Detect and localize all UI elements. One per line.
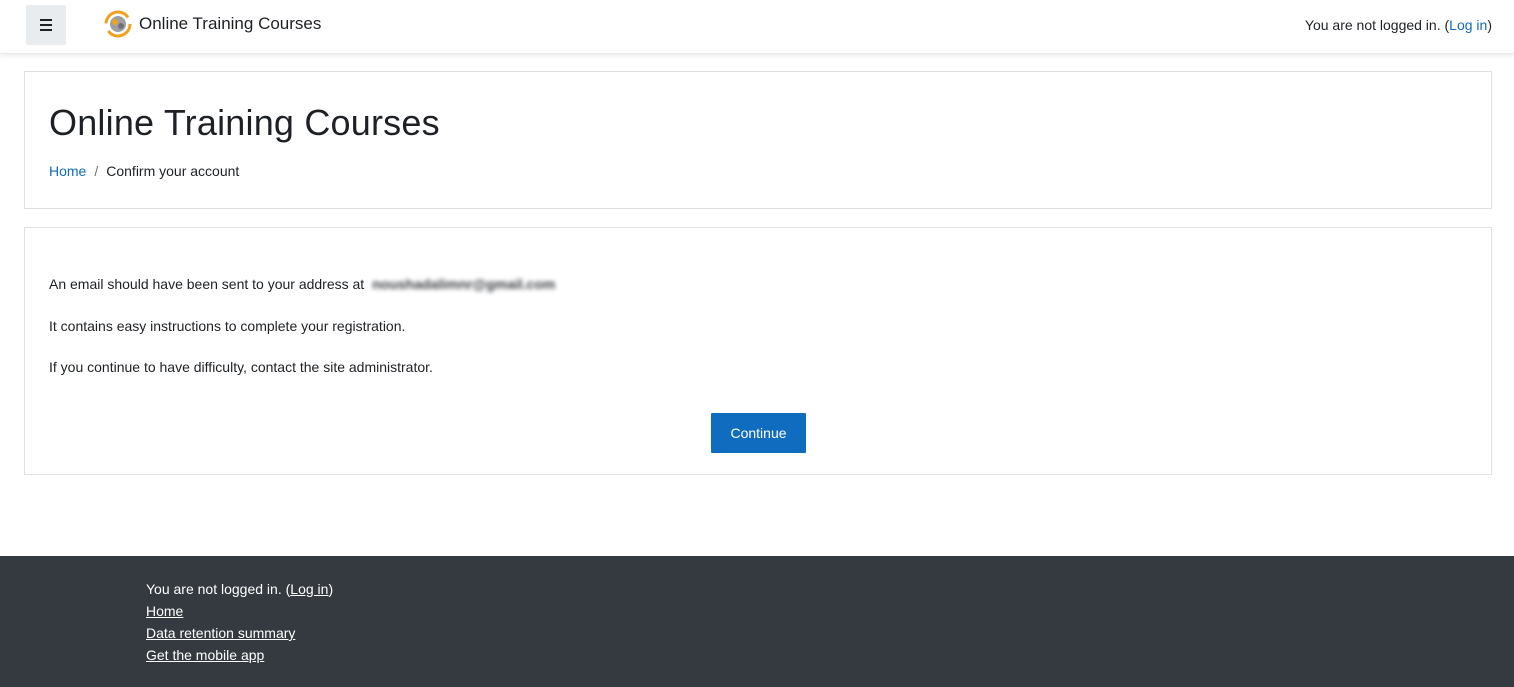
- login-status-text: You are not logged in.: [1304, 17, 1441, 33]
- navbar-login-info: You are not logged in. (Log in): [1304, 17, 1492, 33]
- site-logo-icon: [104, 10, 132, 38]
- footer-login-status-text: You are not logged in.: [146, 581, 282, 597]
- footer-home-link[interactable]: Home: [146, 600, 333, 622]
- footer-login-info: You are not logged in. (Log in): [146, 581, 334, 597]
- top-navbar: Online Training Courses You are not logg…: [0, 0, 1514, 54]
- breadcrumb: Home / Confirm your account: [49, 163, 239, 179]
- footer-data-retention-link[interactable]: Data retention summary: [146, 622, 333, 644]
- email-address: noushadalimnr@gmail.com: [372, 276, 556, 292]
- breadcrumb-current: Confirm your account: [106, 163, 240, 179]
- footer-login-link[interactable]: Log in: [290, 581, 328, 597]
- instructions-message: It contains easy instructions to complet…: [49, 318, 406, 334]
- page-header: Online Training Courses Home / Confirm y…: [24, 71, 1492, 209]
- site-name: Online Training Courses: [139, 14, 322, 33]
- difficulty-message: If you continue to have difficulty, cont…: [49, 359, 433, 375]
- email-sent-text: An email should have been sent to your a…: [49, 276, 365, 292]
- breadcrumb-home-link[interactable]: Home: [49, 163, 86, 179]
- breadcrumb-separator: /: [94, 163, 99, 179]
- footer-links: You are not logged in. (Log in) Home Dat…: [146, 578, 333, 666]
- site-brand-link[interactable]: Online Training Courses: [103, 9, 321, 39]
- email-sent-message: An email should have been sent to your a…: [49, 276, 555, 292]
- footer-mobile-app-link[interactable]: Get the mobile app: [146, 644, 333, 666]
- continue-button[interactable]: Continue: [711, 413, 806, 453]
- hamburger-icon: [40, 19, 52, 31]
- page-footer: You are not logged in. (Log in) Home Dat…: [0, 556, 1514, 687]
- navbar-login-link[interactable]: Log in: [1449, 17, 1487, 33]
- page-title: Online Training Courses: [49, 102, 440, 143]
- side-drawer-toggle-button[interactable]: [26, 5, 66, 45]
- confirmation-panel: An email should have been sent to your a…: [24, 227, 1492, 475]
